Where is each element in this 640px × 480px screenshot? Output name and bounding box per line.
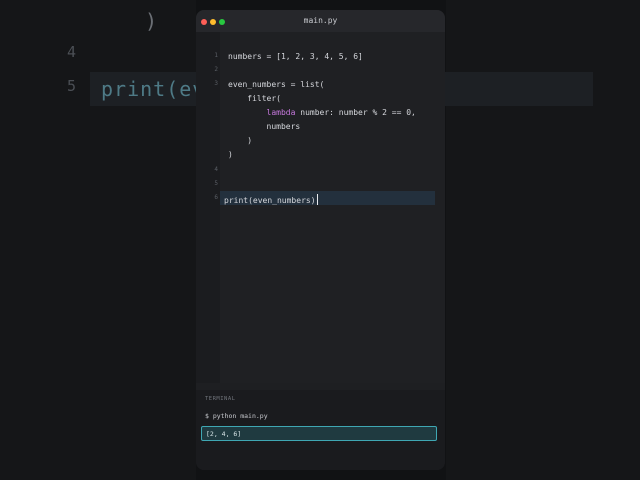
- code-line[interactable]: filter(: [228, 94, 281, 103]
- background-line-number-5: 5: [67, 77, 77, 95]
- line-number: 5: [214, 180, 218, 187]
- line-number: 3: [214, 80, 218, 87]
- terminal-command: $ python main.py: [205, 412, 268, 420]
- terminal-output-text: [2, 4, 6]: [206, 430, 242, 438]
- line-number: 1: [214, 52, 218, 59]
- lambda-keyword: lambda: [266, 108, 296, 117]
- code-line[interactable]: lambda number: number % 2 == 0,: [228, 108, 416, 117]
- terminal-output: [2, 4, 6]: [201, 426, 437, 441]
- text-cursor: [316, 194, 318, 205]
- code-editor[interactable]: numbers = [1, 2, 3, 4, 5, 6] even_number…: [220, 32, 445, 383]
- window-title: main.py: [303, 16, 338, 25]
- line-number: 2: [214, 66, 218, 73]
- current-line-text: print(even_numbers): [224, 196, 316, 205]
- line-number: 4: [214, 166, 218, 173]
- lambda-body: number: number % 2 == 0,: [295, 108, 416, 117]
- code-line[interactable]: ): [228, 150, 233, 159]
- code-line[interactable]: numbers = [1, 2, 3, 4, 5, 6]: [228, 52, 363, 61]
- terminal-panel[interactable]: TERMINAL $ python main.py [2, 4, 6]: [196, 390, 445, 470]
- code-line[interactable]: even_numbers = list(: [228, 80, 324, 89]
- title-bar: main.py: [196, 10, 445, 32]
- current-code-line[interactable]: print(even_numbers): [224, 194, 318, 205]
- terminal-title: TERMINAL: [205, 396, 236, 402]
- background-line-number-4: 4: [67, 43, 77, 61]
- editor-window: main.py 1 2 3 4 5 6 numbers = [1, 2, 3, …: [196, 10, 445, 470]
- background-paren: ): [145, 9, 158, 33]
- code-line[interactable]: ): [228, 136, 252, 145]
- line-number-gutter: 1 2 3 4 5 6: [196, 32, 220, 383]
- code-line[interactable]: numbers: [228, 122, 301, 131]
- line-number: 6: [214, 194, 218, 201]
